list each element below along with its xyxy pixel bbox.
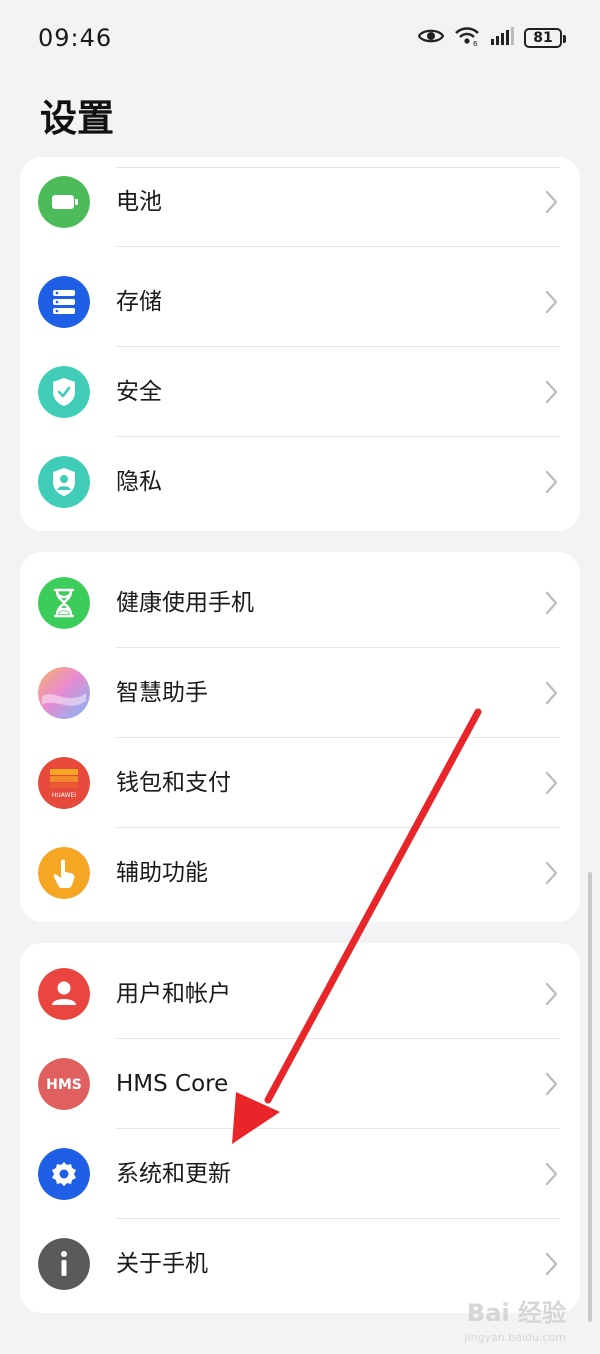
gear-icon [38,1148,90,1200]
chevron-right-icon [544,467,560,497]
settings-group-1: 电池 存储 安全 隐私 [20,157,580,531]
security-shield-icon [38,366,90,418]
hms-icon-text: HMS [46,1077,82,1093]
privacy-shield-icon [38,456,90,508]
settings-item-label: 系统和更新 [116,1161,231,1187]
status-icons: 6 81 [417,24,566,52]
watermark-brand: Bai 经验 [466,1299,566,1327]
assistant-orb-icon [38,667,90,719]
settings-item-label: 电池 [116,189,162,215]
settings-item-label: 辅助功能 [116,860,208,886]
chevron-right-icon [544,187,560,217]
settings-item-smart-assistant[interactable]: 智慧助手 [20,648,580,738]
battery-level: 81 [524,28,566,48]
settings-item-users-accounts[interactable]: 用户和帐户 [20,949,580,1039]
wallet-icon: HUAWEI [38,757,90,809]
settings-item-label: 钱包和支付 [116,770,231,796]
settings-item-battery[interactable]: 电池 [20,157,580,247]
wifi-icon: 6 [454,26,480,50]
chevron-right-icon [544,377,560,407]
settings-item-label: HMS Core [116,1071,229,1097]
settings-item-label: 健康使用手机 [116,590,254,616]
hourglass-icon [38,577,90,629]
chevron-right-icon [544,588,560,618]
settings-item-system-update[interactable]: 系统和更新 [20,1129,580,1219]
chevron-right-icon [544,768,560,798]
chevron-right-icon [544,678,560,708]
settings-item-label: 关于手机 [116,1251,208,1277]
watermark-url: jingyan.baidu.com [464,1331,566,1344]
storage-icon [38,276,90,328]
hms-icon: HMS [38,1058,90,1110]
signal-icon [490,27,514,49]
settings-item-hms-core[interactable]: HMS HMS Core [20,1039,580,1129]
settings-item-accessibility[interactable]: 辅助功能 [20,828,580,918]
chevron-right-icon [544,979,560,1009]
info-icon [38,1238,90,1290]
user-icon [38,968,90,1020]
chevron-right-icon [544,1069,560,1099]
chevron-right-icon [544,1249,560,1279]
chevron-right-icon [544,1159,560,1189]
settings-item-storage[interactable]: 存储 [20,257,580,347]
settings-item-label: 用户和帐户 [116,981,231,1007]
scrollbar[interactable] [588,872,592,1322]
settings-item-digital-balance[interactable]: 健康使用手机 [20,558,580,648]
eye-comfort-icon [417,27,445,49]
chevron-right-icon [544,858,560,888]
battery-icon [38,176,90,228]
chevron-right-icon [544,287,560,317]
settings-group-2: 健康使用手机 智慧助手 HUAWEI 钱包和支付 辅助功能 [20,552,580,922]
settings-item-label: 隐私 [116,469,162,495]
settings-item-privacy[interactable]: 隐私 [20,437,580,527]
status-time: 09:46 [38,24,113,52]
svg-text:6: 6 [473,40,478,46]
settings-item-label: 智慧助手 [116,680,208,706]
accessibility-hand-icon [38,847,90,899]
settings-item-wallet[interactable]: HUAWEI 钱包和支付 [20,738,580,828]
settings-item-security[interactable]: 安全 [20,347,580,437]
status-bar: 09:46 6 81 [0,0,600,76]
settings-group-3: 用户和帐户 HMS HMS Core 系统和更新 关于手机 [20,943,580,1313]
settings-item-label: 存储 [116,289,162,315]
settings-item-label: 安全 [116,379,162,405]
wallet-icon-text: HUAWEI [52,792,76,799]
page-title: 设置 [40,97,114,140]
